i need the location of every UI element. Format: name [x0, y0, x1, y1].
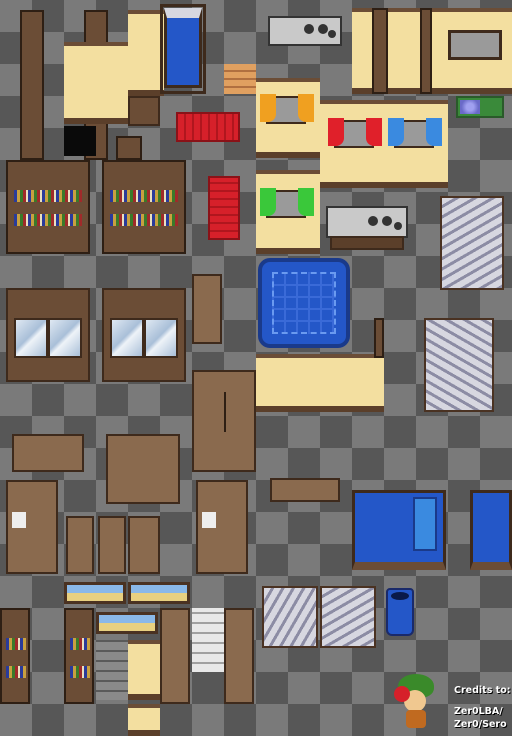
curtain-red [366, 118, 382, 146]
red-rug [208, 176, 240, 240]
curtain-red [328, 118, 344, 146]
wall-segment [256, 354, 384, 412]
dresser [6, 480, 58, 574]
paper-note-icon [12, 512, 26, 528]
trash-bin [386, 588, 414, 636]
wall-segment [64, 42, 128, 124]
wall-painting [96, 612, 158, 634]
dark-doorway [64, 126, 96, 156]
wardrobe [192, 370, 256, 472]
chair [128, 516, 160, 574]
wardrobe-narrow [224, 608, 254, 704]
wall-pillar [374, 318, 384, 358]
door-panel [320, 586, 376, 648]
stove-burner-icon [328, 30, 336, 38]
paper-note-icon [202, 512, 216, 528]
mascot-sprite [390, 670, 446, 732]
chair [98, 516, 126, 574]
brick-corner [128, 96, 160, 126]
book-row [6, 666, 26, 678]
bookcase [0, 608, 30, 704]
curtained-window [256, 170, 320, 254]
door-panel [262, 586, 318, 648]
stove-burner-icon [394, 222, 402, 230]
wall-pillar [420, 8, 432, 94]
curtain-green [260, 188, 276, 216]
book-row [110, 214, 178, 226]
wardrobe-narrow [160, 608, 190, 704]
stove-burner-icon [304, 24, 314, 34]
credits-line-1: Zer0LBA/ [454, 706, 503, 717]
book-row [70, 666, 90, 678]
red-rug [176, 112, 240, 142]
staircase [424, 318, 494, 412]
glass-cabinet [102, 288, 186, 382]
book-row [14, 190, 82, 202]
flower-planter [456, 96, 504, 118]
brick-wall [224, 64, 256, 94]
credits-heading: Credits to: [454, 685, 511, 696]
staircase [440, 196, 504, 290]
shelf-top [116, 136, 142, 160]
bed-frame [160, 4, 206, 94]
book-row [70, 638, 90, 650]
curtain-blue [426, 118, 442, 146]
stone-wall [96, 640, 128, 700]
table [106, 434, 180, 504]
counter [330, 236, 404, 250]
wall-painting [64, 582, 126, 604]
curtain-blue [388, 118, 404, 146]
table [270, 478, 340, 502]
stove-burner-icon [368, 216, 378, 226]
wall-segment [128, 10, 164, 96]
double-bed [470, 490, 512, 570]
curtained-window [256, 78, 320, 158]
kitchen-sink [326, 206, 408, 238]
book-row [6, 638, 26, 650]
bookcase [102, 160, 186, 254]
brick-wall [192, 608, 224, 672]
stool [192, 274, 222, 344]
tileset-sheet: Credits to: Zer0LBA/ Zer0/Sero [0, 0, 512, 736]
wall-segment [128, 704, 160, 736]
credits-line-2: Zer0/Sero [454, 719, 507, 730]
book-row [110, 190, 178, 202]
wall-pillar [20, 10, 44, 160]
dresser [196, 480, 248, 574]
stove-burner-icon [318, 24, 328, 34]
table [12, 434, 84, 472]
bookcase [6, 160, 90, 254]
blue-square-rug [258, 258, 350, 348]
small-window [448, 30, 502, 60]
wall-segment [128, 640, 160, 700]
wall-painting [128, 582, 190, 604]
curtain-orange [298, 94, 314, 122]
book-row [14, 214, 82, 226]
curtain-green [298, 188, 314, 216]
kitchen-sink [268, 16, 342, 46]
glass-cabinet [6, 288, 90, 382]
bookcase [64, 608, 94, 704]
chair [66, 516, 94, 574]
curtain-orange [260, 94, 276, 122]
stove-burner-icon [382, 216, 392, 226]
wall-pillar [372, 8, 388, 94]
curtained-window [320, 100, 448, 188]
double-bed [352, 490, 446, 570]
